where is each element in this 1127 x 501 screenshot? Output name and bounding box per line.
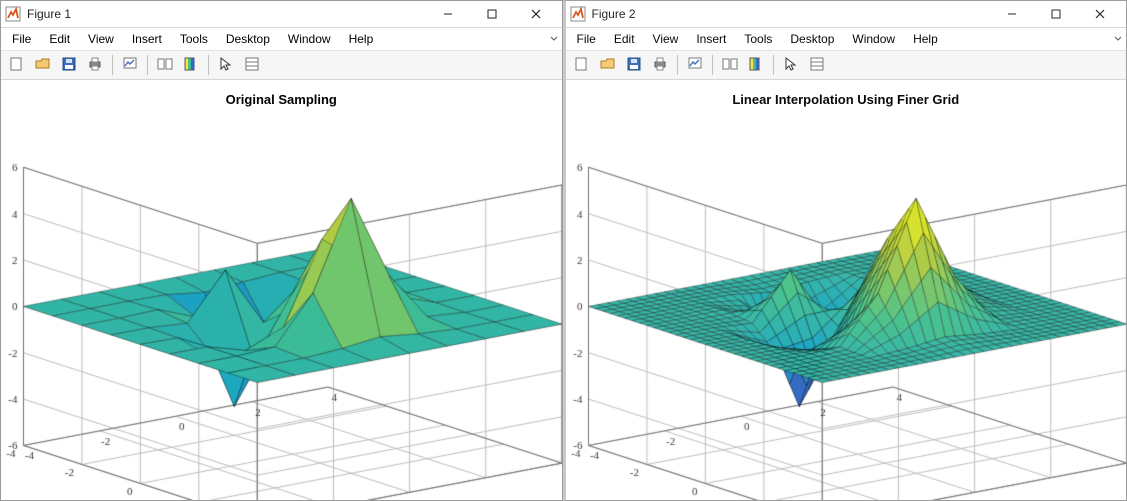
minimize-button[interactable] [990, 1, 1034, 27]
matlab-app-icon [570, 6, 586, 22]
window-title: Figure 2 [592, 7, 991, 21]
toolbar-separator [208, 55, 209, 75]
menu-tools[interactable]: Tools [171, 30, 217, 48]
menu-bar: FileEditViewInsertToolsDesktopWindowHelp [566, 28, 1127, 51]
minimize-button[interactable] [426, 1, 470, 27]
data-cursor-button[interactable] [683, 53, 707, 77]
menu-window[interactable]: Window [279, 30, 340, 48]
property-inspector-button[interactable] [240, 53, 264, 77]
axes-3d[interactable]: Original Sampling [1, 80, 562, 500]
surface-canvas [1, 80, 562, 500]
window-title: Figure 1 [27, 7, 426, 21]
menu-desktop[interactable]: Desktop [217, 30, 279, 48]
title-bar[interactable]: Figure 1 [1, 1, 562, 28]
open-icon [600, 56, 616, 75]
link-button[interactable] [718, 53, 742, 77]
link-icon [722, 56, 738, 75]
toolbar-separator [112, 55, 113, 75]
menu-insert[interactable]: Insert [687, 30, 735, 48]
menu-edit[interactable]: Edit [40, 30, 79, 48]
menu-window[interactable]: Window [843, 30, 904, 48]
open-button[interactable] [31, 53, 55, 77]
toolbar-toggle-icon[interactable] [1114, 32, 1122, 46]
toolbar-separator [773, 55, 774, 75]
open-icon [35, 56, 51, 75]
window-controls [990, 1, 1122, 27]
toolbar-separator [712, 55, 713, 75]
title-bar[interactable]: Figure 2 [566, 1, 1127, 28]
property-inspector-button[interactable] [805, 53, 829, 77]
new-figure-button[interactable] [5, 53, 29, 77]
toolbar-separator [677, 55, 678, 75]
figure-window-2: Figure 2 FileEditViewInsertToolsDesktopW… [563, 0, 1127, 501]
close-button[interactable] [1078, 1, 1122, 27]
colorbar-button[interactable] [179, 53, 203, 77]
open-button[interactable] [596, 53, 620, 77]
new-figure-icon [574, 56, 590, 75]
save-button[interactable] [57, 53, 81, 77]
menu-tools[interactable]: Tools [735, 30, 781, 48]
menu-insert[interactable]: Insert [123, 30, 171, 48]
menu-desktop[interactable]: Desktop [781, 30, 843, 48]
colorbar-button[interactable] [744, 53, 768, 77]
menu-file[interactable]: File [3, 30, 40, 48]
menu-view[interactable]: View [79, 30, 123, 48]
cursor-icon [218, 56, 234, 75]
save-button[interactable] [622, 53, 646, 77]
print-button[interactable] [648, 53, 672, 77]
menu-file[interactable]: File [568, 30, 605, 48]
menu-edit[interactable]: Edit [605, 30, 644, 48]
cursor-button[interactable] [214, 53, 238, 77]
menu-view[interactable]: View [644, 30, 688, 48]
save-icon [61, 56, 77, 75]
cursor-button[interactable] [779, 53, 803, 77]
new-figure-icon [9, 56, 25, 75]
property-inspector-icon [244, 56, 260, 75]
close-button[interactable] [514, 1, 558, 27]
save-icon [626, 56, 642, 75]
window-controls [426, 1, 558, 27]
menu-help[interactable]: Help [340, 30, 383, 48]
link-icon [157, 56, 173, 75]
tool-bar [566, 51, 1127, 80]
tool-bar [1, 51, 562, 80]
colorbar-icon [748, 56, 764, 75]
toolbar-separator [147, 55, 148, 75]
maximize-button[interactable] [470, 1, 514, 27]
figure-window-1: Figure 1 FileEditViewInsertToolsDesktopW… [0, 0, 563, 501]
matlab-app-icon [5, 6, 21, 22]
property-inspector-icon [809, 56, 825, 75]
axes-3d[interactable]: Linear Interpolation Using Finer Grid [566, 80, 1127, 500]
data-cursor-icon [687, 56, 703, 75]
cursor-icon [783, 56, 799, 75]
link-button[interactable] [153, 53, 177, 77]
data-cursor-button[interactable] [118, 53, 142, 77]
colorbar-icon [183, 56, 199, 75]
menu-help[interactable]: Help [904, 30, 947, 48]
print-icon [87, 56, 103, 75]
print-button[interactable] [83, 53, 107, 77]
menu-bar: FileEditViewInsertToolsDesktopWindowHelp [1, 28, 562, 51]
toolbar-toggle-icon[interactable] [550, 32, 558, 46]
maximize-button[interactable] [1034, 1, 1078, 27]
new-figure-button[interactable] [570, 53, 594, 77]
surface-canvas [566, 80, 1127, 500]
data-cursor-icon [122, 56, 138, 75]
print-icon [652, 56, 668, 75]
